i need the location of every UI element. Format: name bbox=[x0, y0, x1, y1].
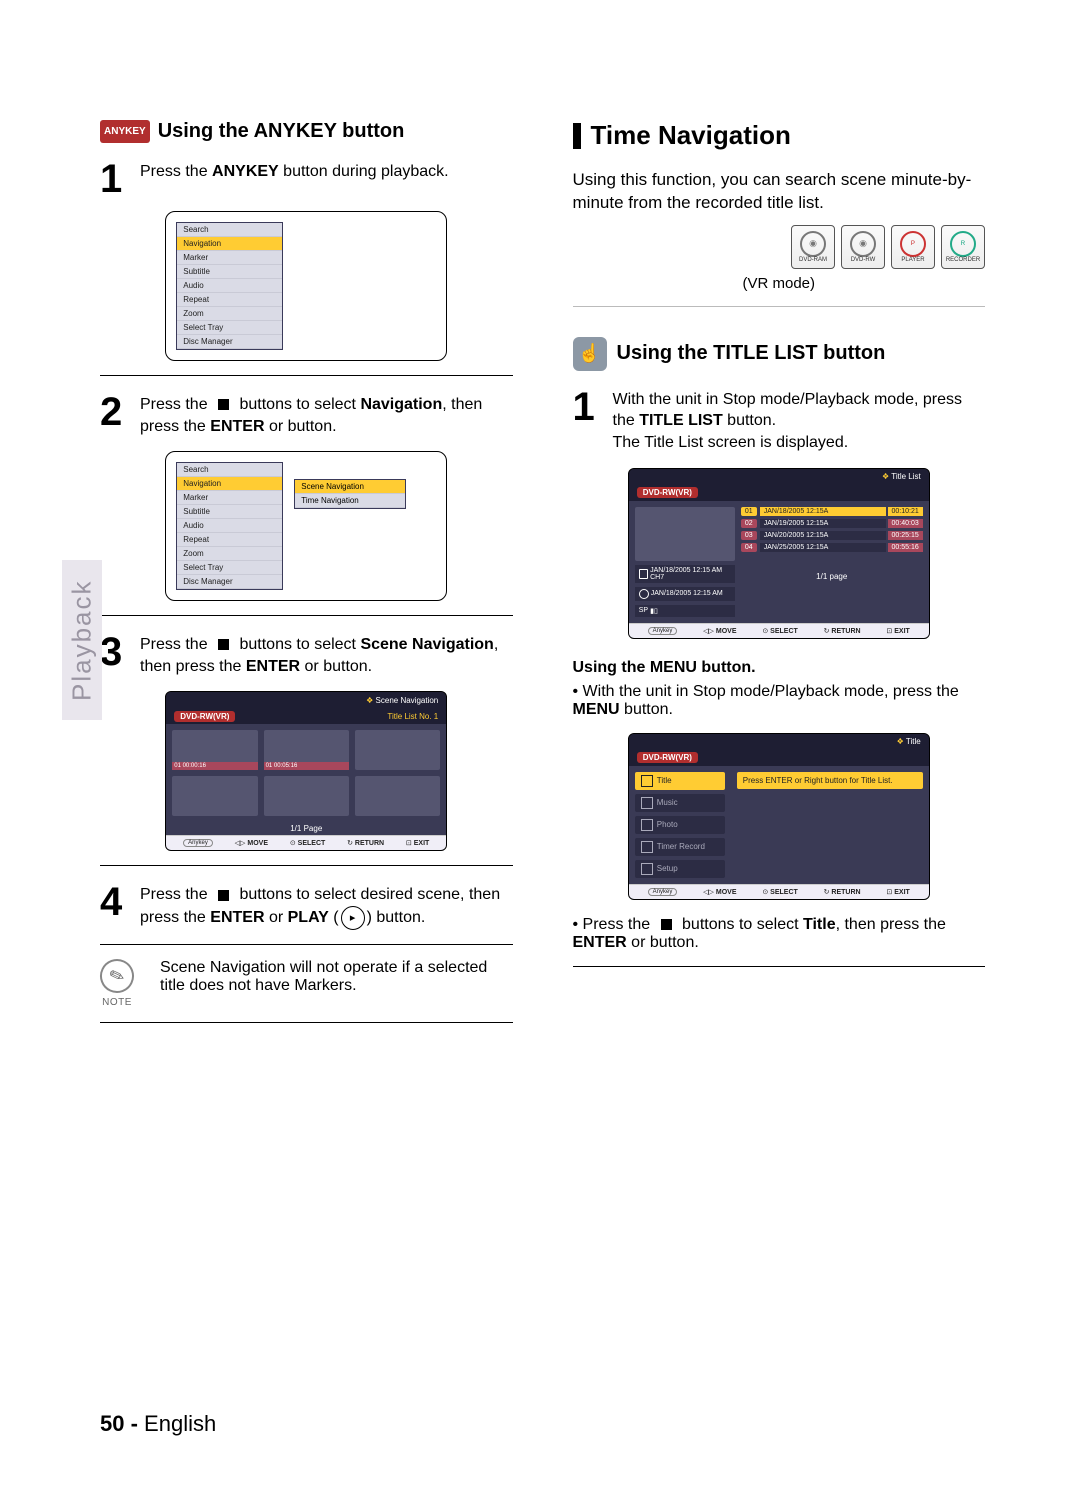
left-column: ANYKEY Using the ANYKEY button 1 Press t… bbox=[100, 120, 513, 1037]
step-number: 1 bbox=[573, 389, 603, 425]
menu-item: Title bbox=[635, 772, 725, 790]
direction-buttons-icon bbox=[218, 890, 229, 901]
intro-text: Using this function, you can search scen… bbox=[573, 169, 986, 215]
scene-thumb-grid: 01 00:00:16 01 00:05:16 bbox=[166, 724, 446, 822]
title-row: 03JAN/20/2005 12:15A00:25:15 bbox=[741, 531, 923, 540]
menu-item: Subtitle bbox=[177, 265, 282, 279]
scene-thumb bbox=[264, 776, 349, 816]
title-preview-thumb bbox=[635, 507, 735, 561]
osd-crumb-bar: DVD-RW(VR) Title List No. 1 bbox=[166, 708, 446, 724]
title-menu-items: Title Music Photo Timer Record Setup bbox=[629, 766, 731, 884]
right-step-1: 1 With the unit in Stop mode/Playback mo… bbox=[573, 389, 986, 454]
anykey-heading-text: Using the ANYKEY button bbox=[158, 120, 405, 143]
page-indicator: 1/1 Page bbox=[166, 822, 446, 835]
title-row: 02JAN/19/2005 12:15A00:40:03 bbox=[741, 519, 923, 528]
menu-item: Photo bbox=[635, 816, 725, 834]
osd-anykey-menu-1: Search Navigation Marker Subtitle Audio … bbox=[165, 211, 447, 361]
left-step-1: 1 Press the ANYKEY button during playbac… bbox=[100, 161, 513, 197]
osd-title-menu: Title DVD-RW(VR) Title Music Photo Timer… bbox=[628, 733, 930, 900]
time-navigation-title: Time Navigation bbox=[573, 120, 986, 151]
menu-item: Timer Record bbox=[635, 838, 725, 856]
title-list-rows: 01JAN/18/2005 12:15A00:10:21 02JAN/19/20… bbox=[741, 501, 929, 623]
navigation-submenu: Scene Navigation Time Navigation bbox=[294, 479, 406, 509]
right-column: Time Navigation Using this function, you… bbox=[573, 120, 986, 1037]
osd-footer: Anykey ◁▷ MOVE ⊙ SELECT ↻ RETURN ⊡ EXIT bbox=[166, 835, 446, 850]
left-step-4: 4 Press the buttons to select desired sc… bbox=[100, 884, 513, 930]
osd-title-bar: Title bbox=[629, 734, 929, 750]
scene-thumb: 01 00:05:16 bbox=[264, 730, 349, 770]
direction-buttons-icon bbox=[661, 919, 672, 930]
direction-buttons-icon bbox=[218, 399, 229, 410]
anykey-menu-list: Search Navigation Marker Subtitle Audio … bbox=[176, 462, 283, 590]
scene-thumb bbox=[172, 776, 257, 816]
note-text: Scene Navigation will not operate if a s… bbox=[160, 959, 513, 995]
scene-thumb bbox=[355, 776, 440, 816]
direction-buttons-icon bbox=[218, 639, 229, 650]
step-number: 2 bbox=[100, 394, 130, 430]
anykey-heading: ANYKEY Using the ANYKEY button bbox=[100, 120, 513, 143]
menu-item: Search bbox=[177, 223, 282, 237]
menu-item: Navigation bbox=[177, 237, 282, 251]
page-footer: 50 - English bbox=[100, 1411, 216, 1437]
osd-title-bar: Title List bbox=[629, 469, 929, 485]
left-step-3: 3 Press the buttons to select Scene Navi… bbox=[100, 634, 513, 677]
menu-item: Repeat bbox=[177, 293, 282, 307]
title-row: 04JAN/25/2005 12:15A00:55:16 bbox=[741, 543, 923, 552]
osd-footer: Anykey ◁▷ MOVE ⊙ SELECT ↻ RETURN ⊡ EXIT bbox=[629, 623, 929, 638]
osd-title-bar: Scene Navigation bbox=[166, 692, 446, 708]
menu-item: Music bbox=[635, 794, 725, 812]
osd-title-list: Title List DVD-RW(VR) JAN/18/2005 12:15 … bbox=[628, 468, 930, 639]
step-number: 1 bbox=[100, 161, 130, 197]
menu-item: Setup bbox=[635, 860, 725, 878]
menu-item: Audio bbox=[177, 279, 282, 293]
play-button-icon: ▸ bbox=[341, 906, 365, 930]
menu-item: Select Tray bbox=[177, 321, 282, 335]
playback-side-tab: Playback bbox=[62, 560, 102, 720]
scene-thumb bbox=[355, 730, 440, 770]
menu-item: Zoom bbox=[177, 307, 282, 321]
title-list-heading: ☝ Using the TITLE LIST button bbox=[573, 337, 986, 371]
note-block: ✎ NOTE Scene Navigation will not operate… bbox=[100, 959, 513, 1008]
vr-mode-note: (VR mode) bbox=[573, 275, 986, 292]
step-number: 3 bbox=[100, 634, 130, 670]
step-number: 4 bbox=[100, 884, 130, 920]
note-icon: ✎ NOTE bbox=[100, 959, 134, 1008]
osd-footer: Anykey ◁▷ MOVE ⊙ SELECT ↻ RETURN ⊡ EXIT bbox=[629, 884, 929, 899]
scene-thumb: 01 00:00:16 bbox=[172, 730, 257, 770]
hand-press-icon: ☝ bbox=[573, 337, 607, 371]
menu-item: Disc Manager bbox=[177, 335, 282, 349]
menu-button-heading: Using the MENU button. bbox=[573, 659, 756, 676]
title-row: 01JAN/18/2005 12:15A00:10:21 bbox=[741, 507, 923, 516]
anykey-badge-icon: ANYKEY bbox=[100, 120, 150, 143]
menu-item: Marker bbox=[177, 251, 282, 265]
title-menu-tip: Press ENTER or Right button for Title Li… bbox=[737, 772, 923, 789]
osd-anykey-menu-2: Search Navigation Marker Subtitle Audio … bbox=[165, 451, 447, 601]
anykey-menu-list: Search Navigation Marker Subtitle Audio … bbox=[176, 222, 283, 350]
disc-compat-icons: ◉DVD-RAM ◉DVD-RW ᴾPLAYER ᴿRECORDER bbox=[573, 225, 986, 269]
left-step-2: 2 Press the buttons to select Navigation… bbox=[100, 394, 513, 437]
osd-scene-navigation: Scene Navigation DVD-RW(VR) Title List N… bbox=[165, 691, 447, 851]
